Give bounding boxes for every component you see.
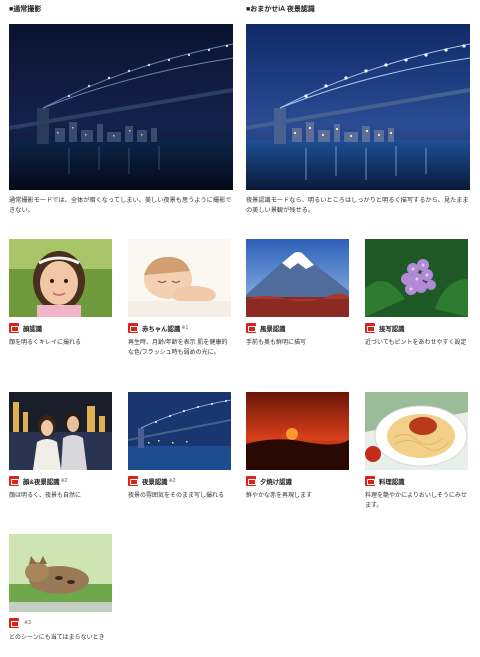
scene-face-night: 顔&夜景認識 ※2 顔は明るく、夜景も自然に <box>9 392 112 501</box>
scene-title: 赤ちゃん認識 <box>142 325 181 333</box>
night-scene-photo <box>246 24 470 190</box>
face-night-photo <box>9 392 112 470</box>
scene-note: ※2 <box>60 478 68 484</box>
baby-photo <box>128 239 231 317</box>
scene-note: ※3 <box>24 620 31 626</box>
food-photo <box>365 392 468 470</box>
sunset-mode-icon <box>246 476 256 486</box>
face-night-mode-icon <box>9 476 19 486</box>
night-scene-title: ■おまかせiA 夜景認識 <box>246 6 315 13</box>
scene-note: ※2 <box>168 478 176 484</box>
food-mode-icon <box>365 476 375 486</box>
scene-ia: ※3 どのシーンにも当てはまらないとき <box>9 534 112 643</box>
scene-description: 顔を明るくキレイに撮れる <box>9 340 82 346</box>
scenery-mode-icon <box>246 323 256 333</box>
macro-mode-icon <box>365 323 375 333</box>
sunset-photo <box>246 392 349 470</box>
night-mode-icon <box>128 476 138 486</box>
scene-description: 夜景の雰囲気をそのまま写し撮れる <box>128 493 225 499</box>
night-photo <box>128 392 231 470</box>
scene-food: 料理認識 料理を艶やかによりおいしそうにみせます。 <box>365 392 468 511</box>
scene-title: 夕焼け認識 <box>260 478 292 486</box>
scene-description: どのシーンにも当てはまらないとき <box>9 635 105 641</box>
scene-face: 顔認識 顔を明るくキレイに撮れる <box>9 239 112 348</box>
scene-title: 風景認識 <box>260 325 286 333</box>
scene-description: 手前も奥も鮮明に描写 <box>246 340 307 346</box>
scene-title: 接写認識 <box>379 325 405 333</box>
scene-description: 顔は明るく、夜景も自然に <box>9 493 82 499</box>
scene-title: 夜景認識 <box>142 478 168 486</box>
scene-night: 夜景認識 ※2 夜景の雰囲気をそのまま写し撮れる <box>128 392 231 501</box>
night-scene-description: 夜景認識モードなら、明るいところはしっかりと明るく描写するから、見たままの美しい… <box>246 197 469 214</box>
scene-title: 料理認識 <box>379 478 405 486</box>
scene-macro: 接写認識 近づいてもピントをあわせやすく設定 <box>365 239 468 348</box>
baby-mode-icon <box>128 323 138 333</box>
scene-description: 再生時、月齢/年齢を表示 肌を健康的な色/フラッシュ時も弱めの光に。 <box>128 340 228 356</box>
scene-sunset: 夕焼け認識 鮮やかな赤を再現します <box>246 392 349 501</box>
cat-photo <box>9 534 112 612</box>
macro-photo <box>365 239 468 317</box>
scene-baby: 赤ちゃん認識 ※1 再生時、月齢/年齢を表示 肌を健康的な色/フラッシュ時も弱め… <box>128 239 231 358</box>
normal-shot-title: ■通常撮影 <box>9 6 42 13</box>
ia-mode-icon <box>9 618 19 628</box>
scenery-photo <box>246 239 349 317</box>
face-mode-icon <box>9 323 19 333</box>
normal-shot-column: ■通常撮影 通常撮影モードでは、全体が暗くなってしまい、美しい夜景も思うように撮… <box>9 4 233 216</box>
face-photo <box>9 239 112 317</box>
scene-description: 料理を艶やかによりおいしそうにみせます。 <box>365 493 467 509</box>
scene-title: 顔認識 <box>23 325 43 333</box>
scene-note: ※1 <box>181 325 189 331</box>
scene-description: 近づいてもピントをあわせやすく設定 <box>365 340 467 346</box>
night-scene-column: ■おまかせiA 夜景認識 夜景認識モードなら、明るいところはしっかりと明るく描写… <box>246 4 470 216</box>
scene-title: 顔&夜景認識 <box>23 478 60 486</box>
normal-shot-photo <box>9 24 233 190</box>
scene-scenery: 風景認識 手前も奥も鮮明に描写 <box>246 239 349 348</box>
scene-description: 鮮やかな赤を再現します <box>246 493 313 499</box>
normal-shot-description: 通常撮影モードでは、全体が暗くなってしまい、美しい夜景も思うように撮影できない。 <box>9 197 232 214</box>
